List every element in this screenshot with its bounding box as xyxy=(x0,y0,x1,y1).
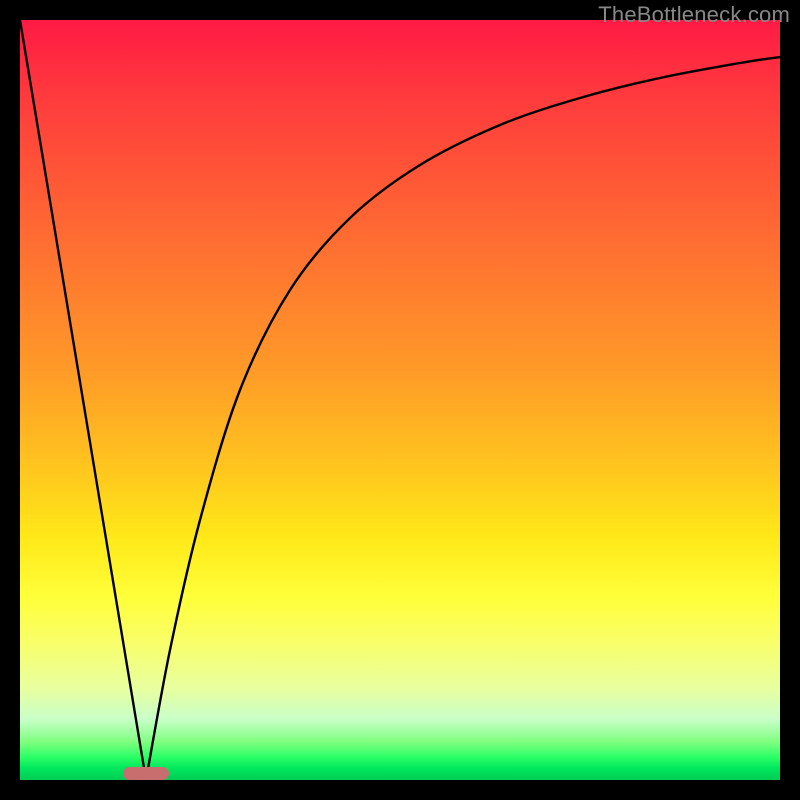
plot-area xyxy=(20,20,780,780)
watermark-text: TheBottleneck.com xyxy=(598,2,790,28)
optimum-range-marker xyxy=(123,767,169,780)
chart-frame: TheBottleneck.com xyxy=(0,0,800,800)
bottleneck-curve xyxy=(20,20,780,780)
curve-path xyxy=(20,20,780,780)
